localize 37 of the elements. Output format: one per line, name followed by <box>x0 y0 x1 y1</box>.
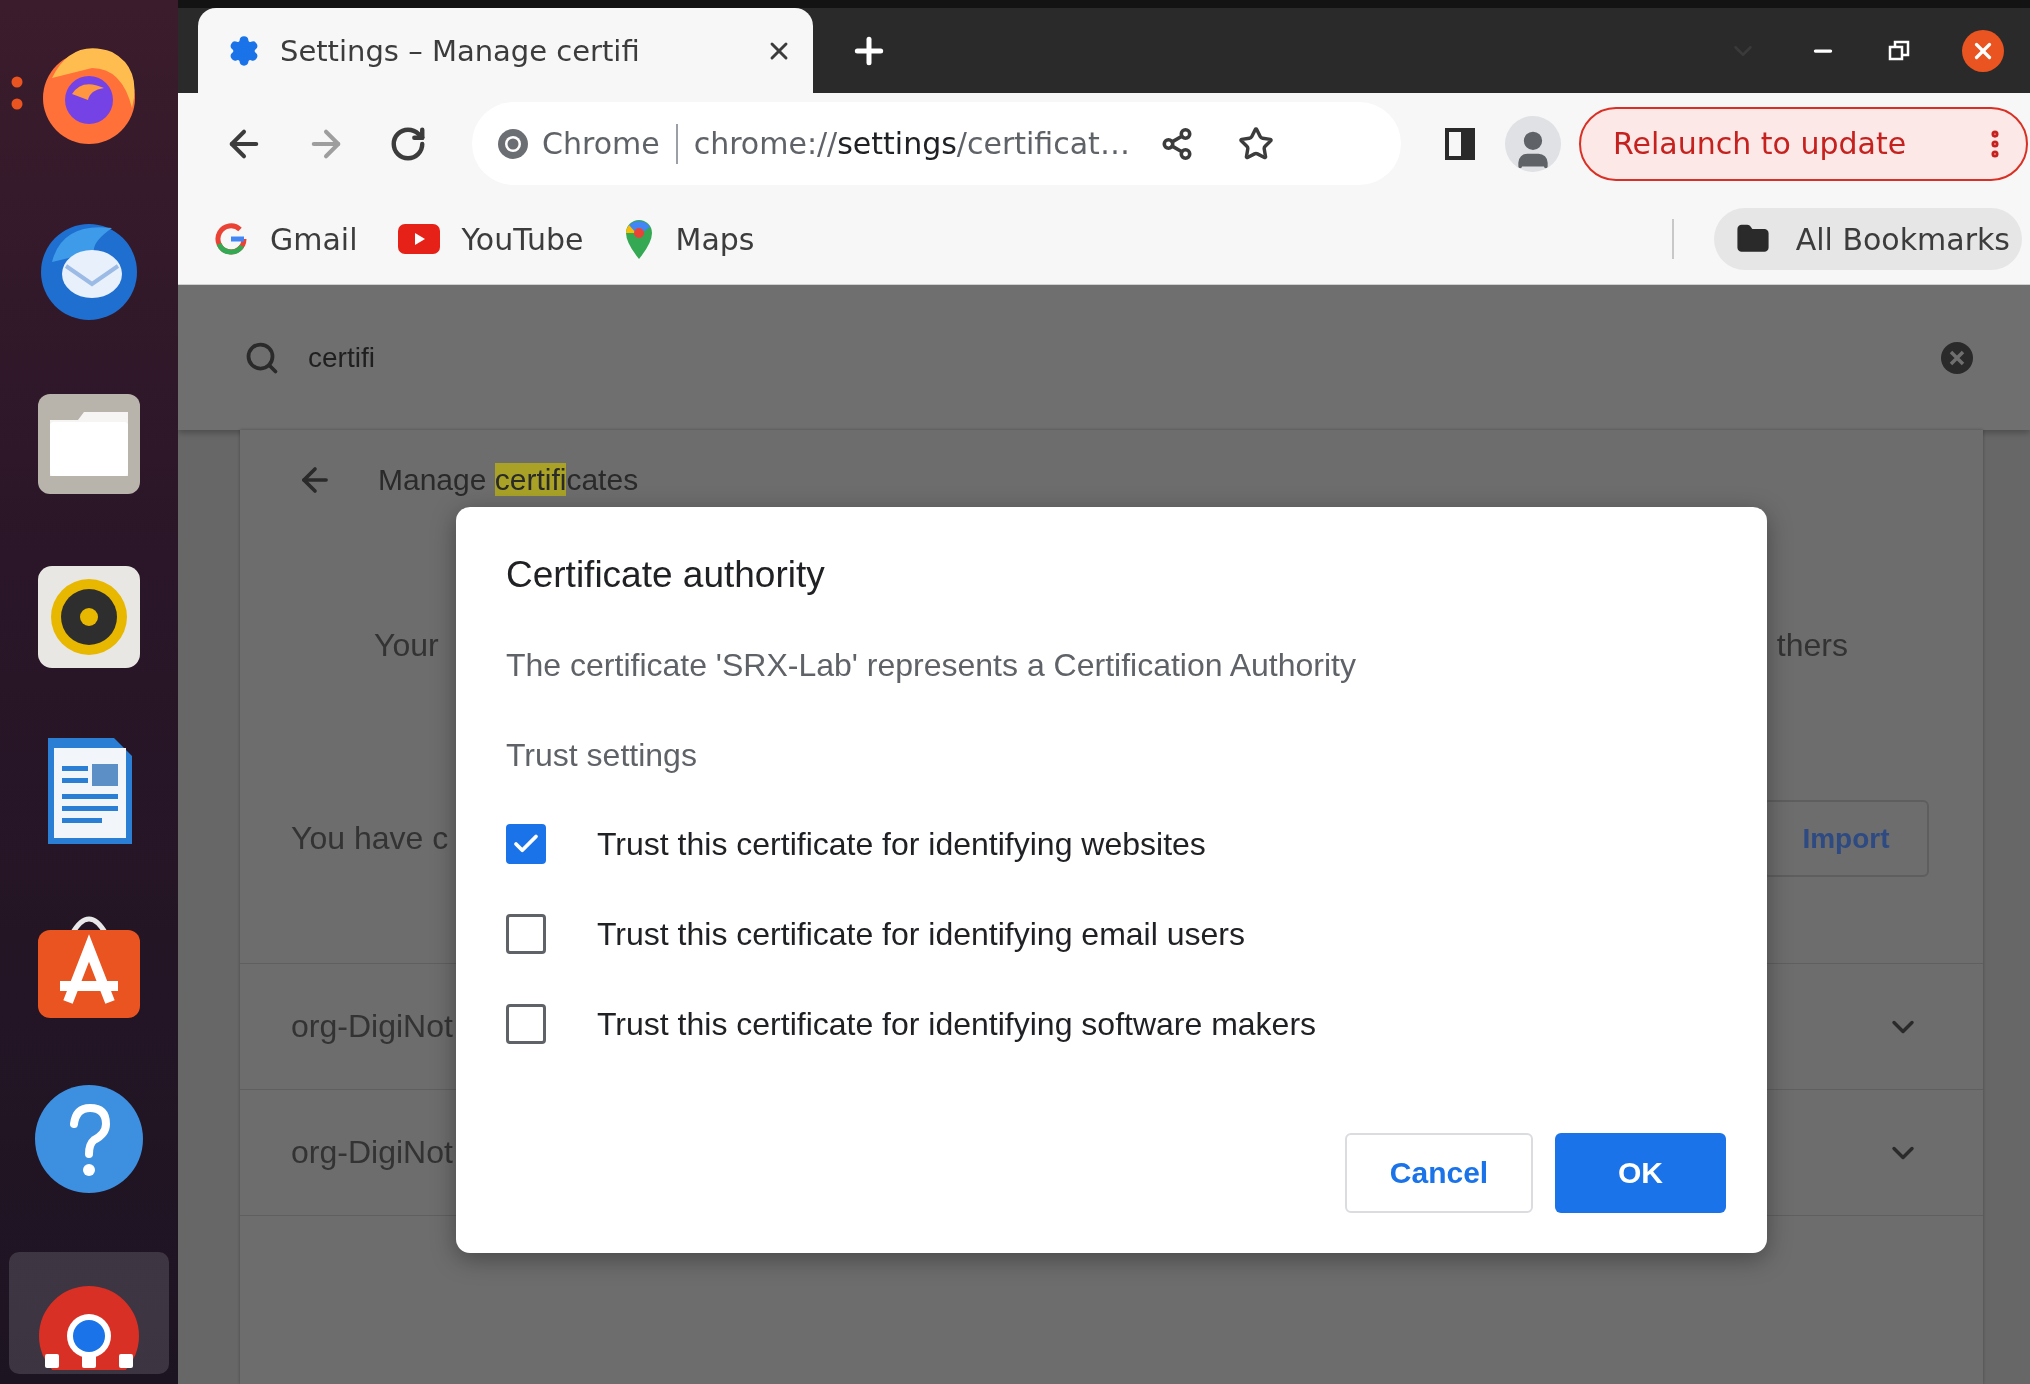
window-close-button[interactable] <box>1962 29 2004 72</box>
page-title: Manage certificates <box>378 463 639 497</box>
url-text: chrome://settings/certificat… <box>693 126 1130 161</box>
checkbox[interactable] <box>506 914 546 954</box>
checkbox[interactable] <box>506 824 546 864</box>
side-panel-icon[interactable] <box>1445 127 1475 160</box>
dialog-description: The certificate 'SRX-Lab' represents a Certification Authority <box>506 648 1356 682</box>
bookmark-link[interactable]: YouTube <box>397 221 584 257</box>
settings-icon <box>228 34 260 67</box>
bookmark-star-icon[interactable] <box>1237 125 1274 162</box>
map-pin-icon <box>623 219 654 259</box>
checkbox[interactable] <box>506 1004 546 1044</box>
play-icon <box>397 224 440 254</box>
dialog-title: Certificate authority <box>506 555 825 595</box>
chrome-logo-icon <box>496 126 530 161</box>
all-bookmarks-button[interactable]: All Bookmarks <box>1713 208 2022 270</box>
certificate-group-name: org-DigiNot <box>291 1134 453 1171</box>
info-text: You have c <box>291 820 449 857</box>
bookmark-link[interactable]: Maps <box>623 219 755 259</box>
tab-title: Settings – Manage certifi <box>280 33 641 68</box>
checkbox-label: Trust this certificate for identifying websites <box>597 825 1206 863</box>
address-bar[interactable]: Chrome chrome://settings/certificat… <box>472 102 1401 185</box>
relaunch-button[interactable]: Relaunch to update <box>1579 106 2028 181</box>
restore-icon[interactable] <box>1888 39 1910 62</box>
section-heading: Trust settings <box>506 738 697 772</box>
checkbox-label: Trust this certificate for identifying email users <box>597 915 1245 953</box>
clear-icon[interactable] <box>1940 340 1974 375</box>
browser-tab[interactable]: Settings – Manage certifi <box>198 8 813 93</box>
checkbox-label: Trust this certificate for identifying software makers <box>597 1005 1317 1043</box>
cancel-button[interactable]: Cancel <box>1345 1133 1533 1213</box>
search-field[interactable]: certifi <box>308 341 1912 374</box>
site-label: Chrome <box>542 126 660 161</box>
certificate-group-name: org-DigiNot <box>291 1008 453 1045</box>
ok-button[interactable]: OK <box>1555 1133 1726 1213</box>
help-icon[interactable] <box>32 1082 146 1196</box>
bookmark-link[interactable]: Gmail <box>214 221 358 257</box>
google-icon <box>214 222 248 256</box>
